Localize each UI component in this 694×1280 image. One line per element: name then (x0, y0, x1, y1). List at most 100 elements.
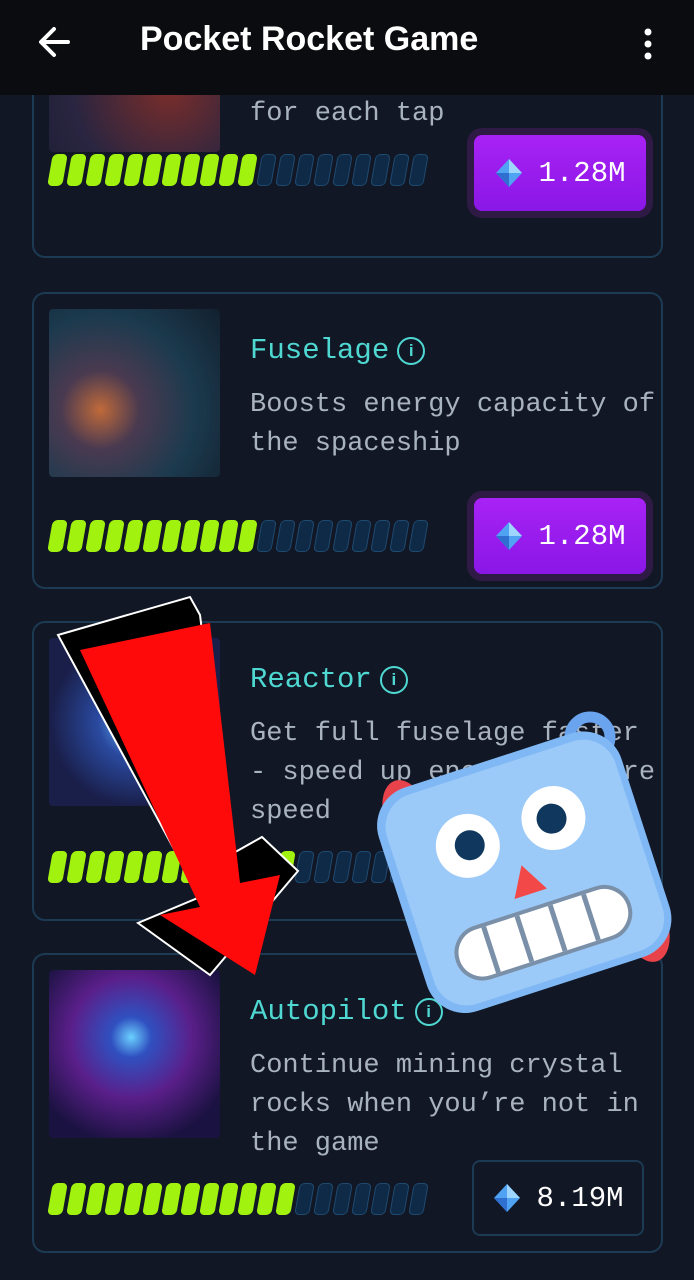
progress-segment-filled (199, 520, 220, 552)
progress-segment-empty (275, 154, 296, 186)
progress-segment-empty (275, 520, 296, 552)
progress-segment-filled (237, 851, 258, 883)
progress-segment-empty (313, 520, 334, 552)
info-icon[interactable]: i (414, 997, 443, 1026)
price-label: 1.28M (538, 519, 626, 553)
buy-upgrade-button[interactable]: 1.28M (474, 498, 646, 574)
progress-segment-filled (180, 851, 201, 883)
progress-segment-filled (142, 851, 163, 883)
progress-segment-filled (142, 520, 163, 552)
app-header: Pocket Rocket Game (0, 0, 694, 95)
progress-segment-empty (332, 851, 353, 883)
progress-segment-filled (66, 851, 87, 883)
level-progress (47, 520, 429, 552)
progress-segment-empty (370, 851, 391, 883)
price-label: 8.19M (536, 1181, 624, 1215)
price-label: 1.28M (538, 156, 626, 190)
progress-segment-empty (389, 1183, 410, 1215)
progress-segment-filled (275, 851, 296, 883)
progress-segment-filled (199, 1183, 220, 1215)
upgrade-image (49, 309, 220, 477)
progress-segment-filled (218, 851, 239, 883)
progress-segment-filled (123, 1183, 144, 1215)
more-vertical-icon[interactable] (636, 24, 660, 64)
progress-segment-filled (66, 154, 87, 186)
upgrade-description: for each tap (250, 99, 445, 129)
progress-segment-empty (389, 851, 410, 883)
progress-segment-filled (161, 851, 182, 883)
level-progress (47, 154, 429, 186)
upgrade-card-reactor: Reactor i Get full fuselage faster - spee… (32, 621, 663, 921)
crystal-icon (496, 159, 523, 187)
progress-segment-filled (256, 851, 277, 883)
progress-segment-filled (218, 520, 239, 552)
progress-segment-filled (104, 851, 125, 883)
arrow-left-icon[interactable] (34, 22, 74, 62)
progress-segment-filled (47, 851, 68, 883)
upgrade-card-autopilot: Autopilot i Continue mining crystal rocks… (32, 953, 663, 1253)
progress-segment-filled (142, 1183, 163, 1215)
progress-segment-filled (123, 851, 144, 883)
progress-segment-empty (332, 1183, 353, 1215)
progress-segment-empty (332, 154, 353, 186)
progress-segment-filled (85, 154, 106, 186)
upgrade-title: Autopilot (250, 995, 407, 1028)
progress-segment-filled (161, 1183, 182, 1215)
progress-segment-empty (370, 520, 391, 552)
upgrade-title: Reactor (250, 663, 372, 696)
progress-segment-empty (370, 1183, 391, 1215)
progress-segment-filled (218, 1183, 239, 1215)
progress-segment-empty (313, 851, 334, 883)
progress-segment-filled (199, 154, 220, 186)
progress-segment-filled (104, 154, 125, 186)
progress-segment-filled (237, 154, 258, 186)
info-icon[interactable]: i (397, 336, 426, 365)
info-icon[interactable]: i (379, 665, 408, 694)
progress-segment-empty (408, 1183, 429, 1215)
progress-segment-filled (85, 851, 106, 883)
progress-segment-empty (408, 851, 429, 883)
progress-segment-empty (332, 520, 353, 552)
progress-segment-filled (275, 1183, 296, 1215)
progress-segment-filled (47, 1183, 68, 1215)
progress-segment-filled (256, 1183, 277, 1215)
progress-segment-filled (142, 154, 163, 186)
crystal-icon (494, 1184, 521, 1212)
level-progress (47, 851, 429, 883)
buy-upgrade-button[interactable]: 1.28M (474, 135, 646, 211)
progress-segment-filled (66, 520, 87, 552)
progress-segment-empty (294, 1183, 315, 1215)
progress-segment-empty (408, 154, 429, 186)
progress-segment-filled (237, 520, 258, 552)
progress-segment-empty (313, 1183, 334, 1215)
level-progress (47, 1183, 429, 1215)
progress-segment-empty (351, 851, 372, 883)
progress-segment-empty (294, 520, 315, 552)
progress-segment-filled (47, 154, 68, 186)
progress-segment-empty (389, 154, 410, 186)
progress-segment-filled (85, 1183, 106, 1215)
progress-segment-filled (104, 1183, 125, 1215)
progress-segment-empty (313, 154, 334, 186)
progress-segment-empty (370, 154, 391, 186)
progress-segment-filled (161, 520, 182, 552)
upgrade-title: Fuselage (250, 334, 390, 367)
progress-segment-empty (256, 154, 277, 186)
buy-upgrade-button[interactable]: 8.19M (472, 1160, 644, 1236)
progress-segment-filled (85, 520, 106, 552)
page-title: Pocket Rocket Game (140, 20, 479, 58)
progress-segment-filled (104, 520, 125, 552)
upgrade-image (49, 970, 220, 1138)
progress-segment-filled (218, 154, 239, 186)
progress-segment-filled (180, 154, 201, 186)
upgrade-description: Boosts energy capacity of the spaceship (250, 390, 656, 459)
progress-segment-empty (408, 520, 429, 552)
progress-segment-empty (351, 1183, 372, 1215)
progress-segment-empty (294, 154, 315, 186)
upgrade-description: Continue mining crystal rocks when you’r… (250, 1051, 639, 1159)
progress-segment-filled (123, 154, 144, 186)
upgrade-image (49, 638, 220, 806)
progress-segment-filled (180, 1183, 201, 1215)
upgrade-description: Get full fuselage faster - speed up ener… (250, 719, 656, 827)
progress-segment-filled (161, 154, 182, 186)
